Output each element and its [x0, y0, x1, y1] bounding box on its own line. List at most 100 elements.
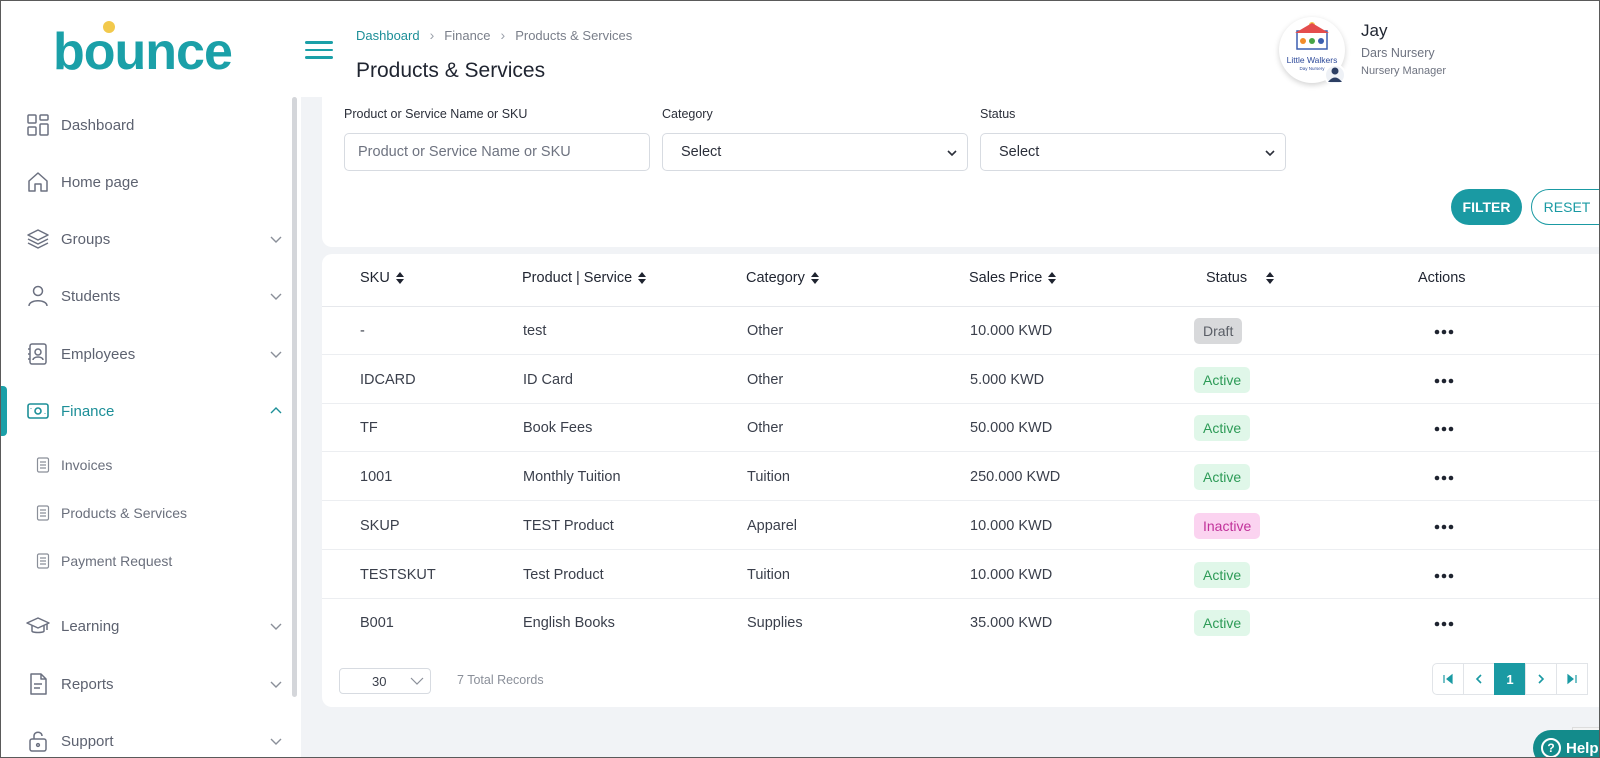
sidebar-subitem-payment-request[interactable]: Payment Request: [1, 546, 291, 576]
column-header-category[interactable]: Category: [746, 270, 820, 286]
breadcrumb-dashboard[interactable]: Dashboard: [356, 28, 420, 43]
cell-category: Apparel: [747, 517, 797, 534]
sort-icon[interactable]: [395, 271, 405, 285]
sidebar-subitem-products-services[interactable]: Products & Services: [1, 498, 291, 528]
next-page-button[interactable]: [1525, 663, 1557, 695]
column-header-label: Category: [746, 270, 805, 286]
search-input[interactable]: [358, 144, 636, 160]
user-profile[interactable]: Little Walkers Day Nursery Jay Dars Nurs…: [1279, 15, 1579, 89]
cell-product: test: [523, 323, 547, 339]
menu-toggle-button[interactable]: [305, 41, 333, 63]
table-row[interactable]: IDCARD ID Card Other 5.000 KWD Active: [322, 356, 1599, 404]
sidebar-subitem-label: Invoices: [61, 457, 113, 473]
category-select[interactable]: Select: [662, 133, 968, 171]
graduation-cap-icon: [26, 617, 50, 634]
table-row[interactable]: 1001 Monthly Tuition Tuition 250.000 KWD Act…: [322, 453, 1599, 502]
more-actions-icon[interactable]: [1432, 467, 1456, 487]
cell-sales-price: 35.000 KWD: [970, 615, 1053, 632]
more-actions-icon[interactable]: [1432, 565, 1456, 585]
sidebar-item-learning[interactable]: Learning: [1, 606, 291, 646]
user-name: Jay: [1361, 21, 1388, 40]
sidebar-item-groups[interactable]: Groups: [1, 219, 291, 259]
table-row[interactable]: TF Book Fees Other 50.000 KWD Active: [322, 404, 1599, 453]
column-header-sales-price[interactable]: Sales Price: [969, 270, 1057, 286]
sidebar-item-finance[interactable]: Finance: [1, 391, 291, 431]
reset-button[interactable]: RESET: [1531, 189, 1599, 225]
cell-category: Other: [747, 371, 784, 388]
column-header-sku[interactable]: SKU: [360, 270, 405, 286]
cell-category: Tuition: [747, 566, 790, 583]
sidebar-item-label: Students: [61, 287, 121, 305]
chevron-down-icon[interactable]: [269, 734, 283, 748]
first-page-icon: [1443, 673, 1453, 685]
cell-sales-price: 5.000 KWD: [970, 371, 1045, 388]
more-actions-icon[interactable]: [1432, 370, 1456, 390]
cell-sku: SKUP: [360, 517, 400, 534]
document-icon: [36, 553, 50, 569]
cell-sales-price: 50.000 KWD: [970, 420, 1053, 437]
sort-icon[interactable]: [637, 271, 647, 285]
name-filter-field[interactable]: [344, 133, 650, 171]
table-row[interactable]: TESTSKUT Test Product Tuition 10.000 KWD Act…: [322, 551, 1599, 599]
sidebar-subitem-invoices[interactable]: Invoices: [1, 450, 291, 480]
avatar[interactable]: Little Walkers Day Nursery: [1279, 17, 1346, 86]
previous-page-button[interactable]: [1463, 663, 1495, 695]
sidebar-item-employees[interactable]: Employees: [1, 334, 291, 374]
status-select[interactable]: Select: [980, 133, 1286, 171]
sort-icon[interactable]: [810, 271, 820, 285]
lock-icon: [29, 731, 47, 752]
more-actions-icon[interactable]: [1432, 418, 1456, 438]
sidebar-item-home-page[interactable]: Home page: [1, 162, 291, 202]
chevron-right-icon: [1538, 674, 1545, 684]
bounce-logo[interactable]: bounce: [53, 19, 243, 81]
chevron-left-icon: [1475, 674, 1482, 684]
last-page-button[interactable]: [1556, 663, 1588, 695]
chevron-down-icon[interactable]: [269, 677, 283, 691]
nursery-logo-icon: Little Walkers Day Nursery: [1281, 19, 1346, 86]
filter-button[interactable]: FILTER: [1451, 189, 1522, 225]
status-badge: Active: [1194, 366, 1251, 393]
sort-icon[interactable]: [1265, 271, 1275, 285]
chevron-down-icon[interactable]: [269, 619, 283, 633]
table-row[interactable]: - test Other 10.000 KWD Draft: [322, 307, 1599, 355]
page-size-select[interactable]: 30: [339, 668, 431, 694]
more-actions-icon[interactable]: [1432, 613, 1456, 633]
table-row[interactable]: B001 English Books Supplies 35.000 KWD Activ…: [322, 599, 1599, 647]
sidebar-item-label: Reports: [61, 675, 114, 693]
chevron-down-icon[interactable]: [269, 232, 283, 246]
chevron-down-icon[interactable]: [269, 347, 283, 361]
sidebar-item-reports[interactable]: Reports: [1, 664, 291, 704]
cell-sku: 1001: [360, 469, 393, 486]
more-actions-icon[interactable]: [1432, 516, 1456, 536]
help-button[interactable]: ? Help: [1533, 730, 1599, 757]
column-header-product[interactable]: Product | Service: [522, 270, 647, 286]
more-actions-icon[interactable]: [1432, 321, 1456, 341]
page-size-value: 30: [372, 674, 387, 689]
cell-category: Tuition: [747, 469, 790, 486]
layers-icon: [27, 229, 49, 249]
name-filter-label: Product or Service Name or SKU: [344, 107, 528, 121]
cell-sales-price: 10.000 KWD: [970, 566, 1053, 583]
dashboard-icon: [27, 114, 49, 136]
sidebar-item-support[interactable]: Support: [1, 721, 291, 757]
last-page-icon: [1567, 673, 1577, 685]
user-role: Nursery Manager: [1361, 65, 1446, 77]
sort-icon[interactable]: [1047, 271, 1057, 285]
page-1-button[interactable]: 1: [1494, 663, 1526, 695]
cell-sku: TESTSKUT: [360, 566, 436, 583]
sidebar-item-dashboard[interactable]: Dashboard: [1, 105, 291, 145]
status-badge: Active: [1194, 415, 1251, 442]
document-icon: [36, 505, 50, 521]
report-icon: [30, 673, 47, 695]
first-page-button[interactable]: [1432, 663, 1464, 695]
column-header-label: Actions: [1418, 270, 1466, 286]
app-window: bounce Dashboard › Finance › Products & …: [0, 0, 1600, 758]
chevron-down-icon[interactable]: [269, 289, 283, 303]
sidebar-scrollbar[interactable]: [292, 97, 297, 697]
table-row[interactable]: SKUP TEST Product Apparel 10.000 KWD Inactiv…: [322, 502, 1599, 550]
help-label: Help: [1566, 739, 1599, 757]
column-header-status[interactable]: Status: [1206, 270, 1275, 286]
chevron-up-icon[interactable]: [269, 404, 283, 418]
sidebar-item-students[interactable]: Students: [1, 276, 291, 316]
status-badge: Inactive: [1194, 512, 1261, 539]
